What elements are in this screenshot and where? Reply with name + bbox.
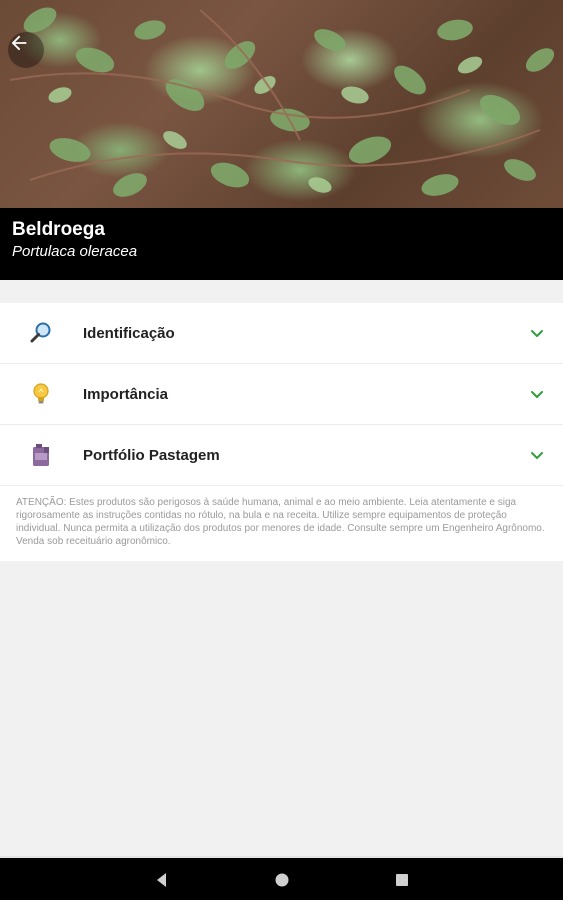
magnifier-icon [28,320,54,346]
section-label: Portfólio Pastagem [83,446,220,464]
lightbulb-icon [28,381,54,407]
section-label: Identificação [83,324,175,342]
system-navigation-bar [0,856,563,900]
chevron-down-icon [531,452,543,459]
chevron-down-icon [531,391,543,398]
section-label: Importância [83,385,169,403]
section-importancia[interactable]: Importância [0,364,563,425]
back-button[interactable] [8,32,44,68]
legal-disclaimer: ATENÇÃO: Estes produtos são perigosos à … [16,497,545,547]
chevron-down-icon [531,330,543,337]
nav-recents-icon[interactable] [392,870,412,890]
sections-card: Identificação Importância Portfólio Past… [0,303,563,561]
scientific-name: Portulaca oleracea [12,243,138,260]
plant-detail-screen: Beldroega Portulaca oleracea Identificaç… [0,0,563,900]
plant-photo-leaves [9,7,555,197]
product-jug-icon [28,442,54,468]
arrow-left-icon [11,35,27,51]
section-portfolio-pastagem[interactable]: Portfólio Pastagem [0,425,563,486]
nav-home-icon[interactable] [272,870,292,890]
plant-photo [0,0,563,208]
nav-back-icon[interactable] [152,870,172,890]
common-name: Beldroega [12,219,105,240]
section-identificacao[interactable]: Identificação [0,303,563,364]
plant-title-band: Beldroega Portulaca oleracea [0,208,563,280]
